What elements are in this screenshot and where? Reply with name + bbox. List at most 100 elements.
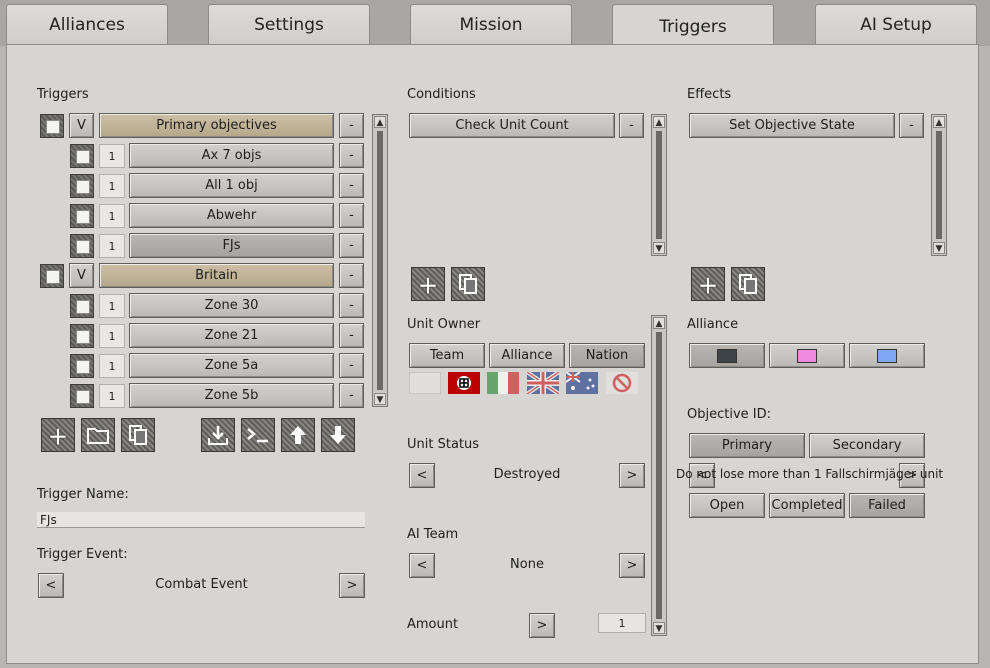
unit-status-prev-button[interactable]: < [409,463,435,488]
trigger-item[interactable]: Abwehr [129,203,334,228]
scroll-up-icon[interactable]: ▲ [653,317,665,329]
trigger-remove-button[interactable]: - [339,143,364,168]
flag-germany-icon[interactable] [448,372,480,394]
tab-ai-setup[interactable]: AI Setup [815,4,977,44]
condition-details-scrollbar[interactable]: ▲ ▼ [651,315,667,636]
trigger-checkbox[interactable] [70,324,94,348]
trigger-name-input[interactable]: FJs [37,512,365,528]
add-folder-button[interactable] [81,418,115,452]
state-open-button[interactable]: Open [689,493,765,518]
no-nation-icon[interactable] [606,372,638,394]
amount-increase-button[interactable]: > [529,613,555,638]
scroll-up-icon[interactable]: ▲ [653,116,665,128]
add-condition-button[interactable]: ＋ [411,267,445,301]
trigger-number: 1 [99,324,125,348]
condition-item[interactable]: Check Unit Count [409,113,615,138]
group-primary-objectives[interactable]: Primary objectives [99,113,334,138]
owner-nation-button[interactable]: Nation [569,343,645,368]
move-down-button[interactable] [321,418,355,452]
conditions-scrollbar[interactable]: ▲ ▼ [651,114,667,256]
group-checkbox-primary[interactable] [40,114,64,138]
scroll-track[interactable] [377,131,383,390]
trigger-remove-button[interactable]: - [339,383,364,408]
alliance-color-swatch [717,348,737,363]
amount-input[interactable]: 1 [598,613,646,633]
tab-alliances[interactable]: Alliances [6,4,168,44]
move-up-button[interactable] [281,418,315,452]
scroll-up-icon[interactable]: ▲ [933,116,945,128]
tab-settings[interactable]: Settings [208,4,370,44]
owner-alliance-button[interactable]: Alliance [489,343,565,368]
trigger-remove-button[interactable]: - [339,203,364,228]
scroll-down-icon[interactable]: ▼ [933,242,945,254]
trigger-checkbox[interactable] [70,384,94,408]
trigger-checkbox[interactable] [70,204,94,228]
flag-australia-icon[interactable] [566,372,598,394]
scroll-track[interactable] [656,131,662,239]
group-expand-britain[interactable]: V [69,263,94,288]
alliance-button-1[interactable] [689,343,765,368]
scroll-down-icon[interactable]: ▼ [653,622,665,634]
trigger-checkbox[interactable] [70,234,94,258]
add-trigger-button[interactable]: ＋ [41,418,75,452]
group-britain[interactable]: Britain [99,263,334,288]
trigger-event-prev-button[interactable]: < [38,573,64,598]
objective-primary-button[interactable]: Primary [689,433,805,458]
scroll-track[interactable] [656,332,662,619]
group-remove-primary[interactable]: - [339,113,364,138]
trigger-remove-button[interactable]: - [339,173,364,198]
trigger-remove-button[interactable]: - [339,293,364,318]
trigger-item[interactable]: Zone 5a [129,353,334,378]
trigger-event-next-button[interactable]: > [339,573,365,598]
group-checkbox-britain[interactable] [40,264,64,288]
trigger-checkbox[interactable] [70,294,94,318]
state-completed-button[interactable]: Completed [769,493,845,518]
alliance-button-2[interactable] [769,343,845,368]
alliance-label: Alliance [687,317,739,332]
flag-uk-icon[interactable] [527,372,559,394]
arrow-down-icon [330,426,346,444]
effect-remove-button[interactable]: - [899,113,924,138]
ai-team-prev-button[interactable]: < [409,553,435,578]
group-remove-britain[interactable]: - [339,263,364,288]
flag-italy-icon[interactable] [487,372,519,394]
scroll-up-icon[interactable]: ▲ [374,116,386,128]
import-trigger-button[interactable] [201,418,235,452]
tab-mission[interactable]: Mission [410,4,572,44]
trigger-item[interactable]: Zone 30 [129,293,334,318]
trigger-item[interactable]: Ax 7 objs [129,143,334,168]
add-effect-button[interactable]: ＋ [691,267,725,301]
state-failed-button[interactable]: Failed [849,493,925,518]
effect-item[interactable]: Set Objective State [689,113,895,138]
owner-team-button[interactable]: Team [409,343,485,368]
scroll-track[interactable] [936,131,942,239]
trigger-remove-button[interactable]: - [339,233,364,258]
copy-condition-button[interactable] [451,267,485,301]
effects-scrollbar[interactable]: ▲ ▼ [931,114,947,256]
scroll-down-icon[interactable]: ▼ [653,242,665,254]
trigger-number: 1 [99,384,125,408]
unit-status-next-button[interactable]: > [619,463,645,488]
copy-trigger-button[interactable] [121,418,155,452]
trigger-item[interactable]: Zone 5b [129,383,334,408]
triggers-scrollbar[interactable]: ▲ ▼ [372,114,388,407]
trigger-item-selected[interactable]: FJs [129,233,334,258]
objective-secondary-button[interactable]: Secondary [809,433,925,458]
trigger-checkbox[interactable] [70,354,94,378]
trigger-checkbox[interactable] [70,144,94,168]
flag-blank-icon[interactable] [409,372,441,394]
copy-effect-button[interactable] [731,267,765,301]
alliance-button-3[interactable] [849,343,925,368]
condition-remove-button[interactable]: - [619,113,644,138]
script-console-button[interactable] [241,418,275,452]
trigger-item[interactable]: Zone 21 [129,323,334,348]
scroll-down-icon[interactable]: ▼ [374,393,386,405]
trigger-checkbox[interactable] [70,174,94,198]
trigger-number: 1 [99,294,125,318]
trigger-remove-button[interactable]: - [339,353,364,378]
tab-triggers[interactable]: Triggers [612,4,774,48]
trigger-item[interactable]: All 1 obj [129,173,334,198]
ai-team-next-button[interactable]: > [619,553,645,578]
group-expand-primary[interactable]: V [69,113,94,138]
trigger-remove-button[interactable]: - [339,323,364,348]
